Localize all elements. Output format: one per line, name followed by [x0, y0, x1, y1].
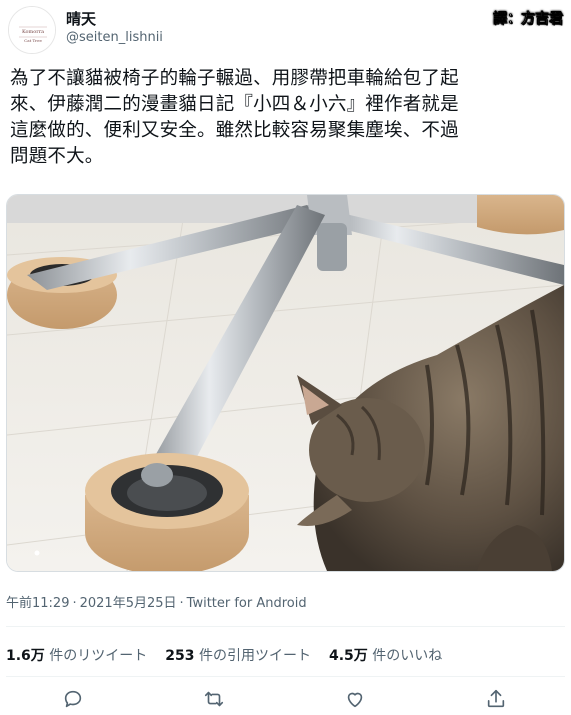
- tweet-time[interactable]: 午前11:29: [6, 596, 69, 611]
- share-button[interactable]: [485, 688, 507, 710]
- tweet-photo[interactable]: [6, 194, 565, 572]
- tweet-text-line: 來、伊藤潤二的漫畫貓日記『小四＆小六』裡作者就是: [10, 94, 459, 115]
- translator-credit: 譯：方吉君: [493, 11, 564, 28]
- svg-text:Cat Tree: Cat Tree: [24, 38, 42, 43]
- retweet-icon: [204, 691, 224, 707]
- display-name[interactable]: 晴天: [66, 8, 96, 29]
- likes-count: 4.5万: [328, 648, 368, 664]
- reply-button[interactable]: [62, 688, 84, 710]
- likes-label: 件のいいね: [372, 648, 443, 664]
- quotes-label: 件の引用ツイート: [198, 648, 311, 664]
- action-bar: [0, 686, 571, 712]
- tweet-source[interactable]: Twitter for Android: [187, 596, 307, 611]
- likes-stat[interactable]: 4.5万 件のいいね: [329, 648, 442, 664]
- tweet-meta: 午前11:29 · 2021年5月25日 · Twitter for Android: [6, 592, 307, 611]
- retweets-count: 1.6万: [6, 648, 45, 664]
- svg-text:Komorra: Komorra: [22, 29, 44, 35]
- tweet-header: Komorra Cat Tree 晴天 @seiten_lishnii 譯：方吉…: [0, 0, 571, 60]
- retweet-button[interactable]: [203, 688, 225, 710]
- user-handle[interactable]: @seiten_lishnii: [66, 30, 163, 45]
- quotes-stat[interactable]: 253 件の引用ツイート: [165, 648, 311, 664]
- avatar[interactable]: Komorra Cat Tree: [8, 6, 56, 54]
- tweet-text-line: 問題不大。: [10, 146, 104, 167]
- tweet-text-line: 這麼做的、便利又安全。雖然比較容易聚集塵埃、不過: [10, 120, 459, 141]
- meta-separator: ·: [179, 596, 184, 611]
- tweet-text: 為了不讓貓被椅子的輪子輾過、用膠帶把車輪給包了起 來、伊藤潤二的漫畫貓日記『小四…: [10, 66, 560, 170]
- quotes-count: 253: [165, 648, 195, 664]
- cat-photo: [7, 195, 564, 571]
- tweet-date[interactable]: 2021年5月25日: [80, 596, 177, 611]
- heart-icon: [347, 692, 363, 708]
- like-button[interactable]: [344, 688, 366, 710]
- avatar-logo-icon: Komorra Cat Tree: [9, 7, 55, 53]
- reply-icon: [64, 690, 82, 708]
- retweets-stat[interactable]: 1.6万 件のリツイート: [6, 648, 147, 664]
- meta-separator: ·: [72, 596, 77, 611]
- tweet-text-line: 為了不讓貓被椅子的輪子輾過、用膠帶把車輪給包了起: [10, 68, 459, 89]
- share-icon: [487, 689, 505, 708]
- divider: [6, 676, 565, 677]
- retweets-label: 件のリツイート: [49, 648, 148, 664]
- tweet-stats: 1.6万 件のリツイート 253 件の引用ツイート 4.5万 件のいいね: [6, 645, 460, 665]
- divider: [6, 626, 565, 627]
